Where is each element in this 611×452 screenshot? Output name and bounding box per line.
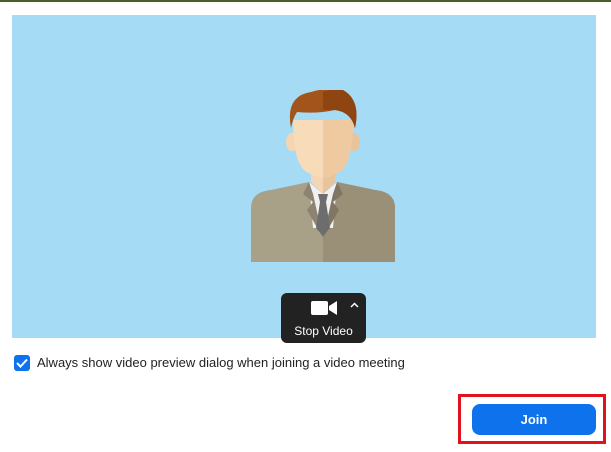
video-preview: Stop Video bbox=[12, 15, 596, 343]
always-show-preview-checkbox[interactable] bbox=[14, 355, 30, 371]
checkmark-icon bbox=[16, 358, 28, 368]
window-top-border bbox=[0, 0, 611, 2]
always-show-preview-label[interactable]: Always show video preview dialog when jo… bbox=[37, 355, 405, 371]
join-button[interactable]: Join bbox=[472, 404, 596, 435]
stop-video-button[interactable]: Stop Video bbox=[281, 293, 366, 343]
video-camera-icon bbox=[311, 301, 337, 315]
stop-video-label: Stop Video bbox=[294, 324, 353, 338]
chevron-up-icon[interactable] bbox=[350, 302, 359, 308]
person-avatar-icon bbox=[251, 90, 395, 262]
